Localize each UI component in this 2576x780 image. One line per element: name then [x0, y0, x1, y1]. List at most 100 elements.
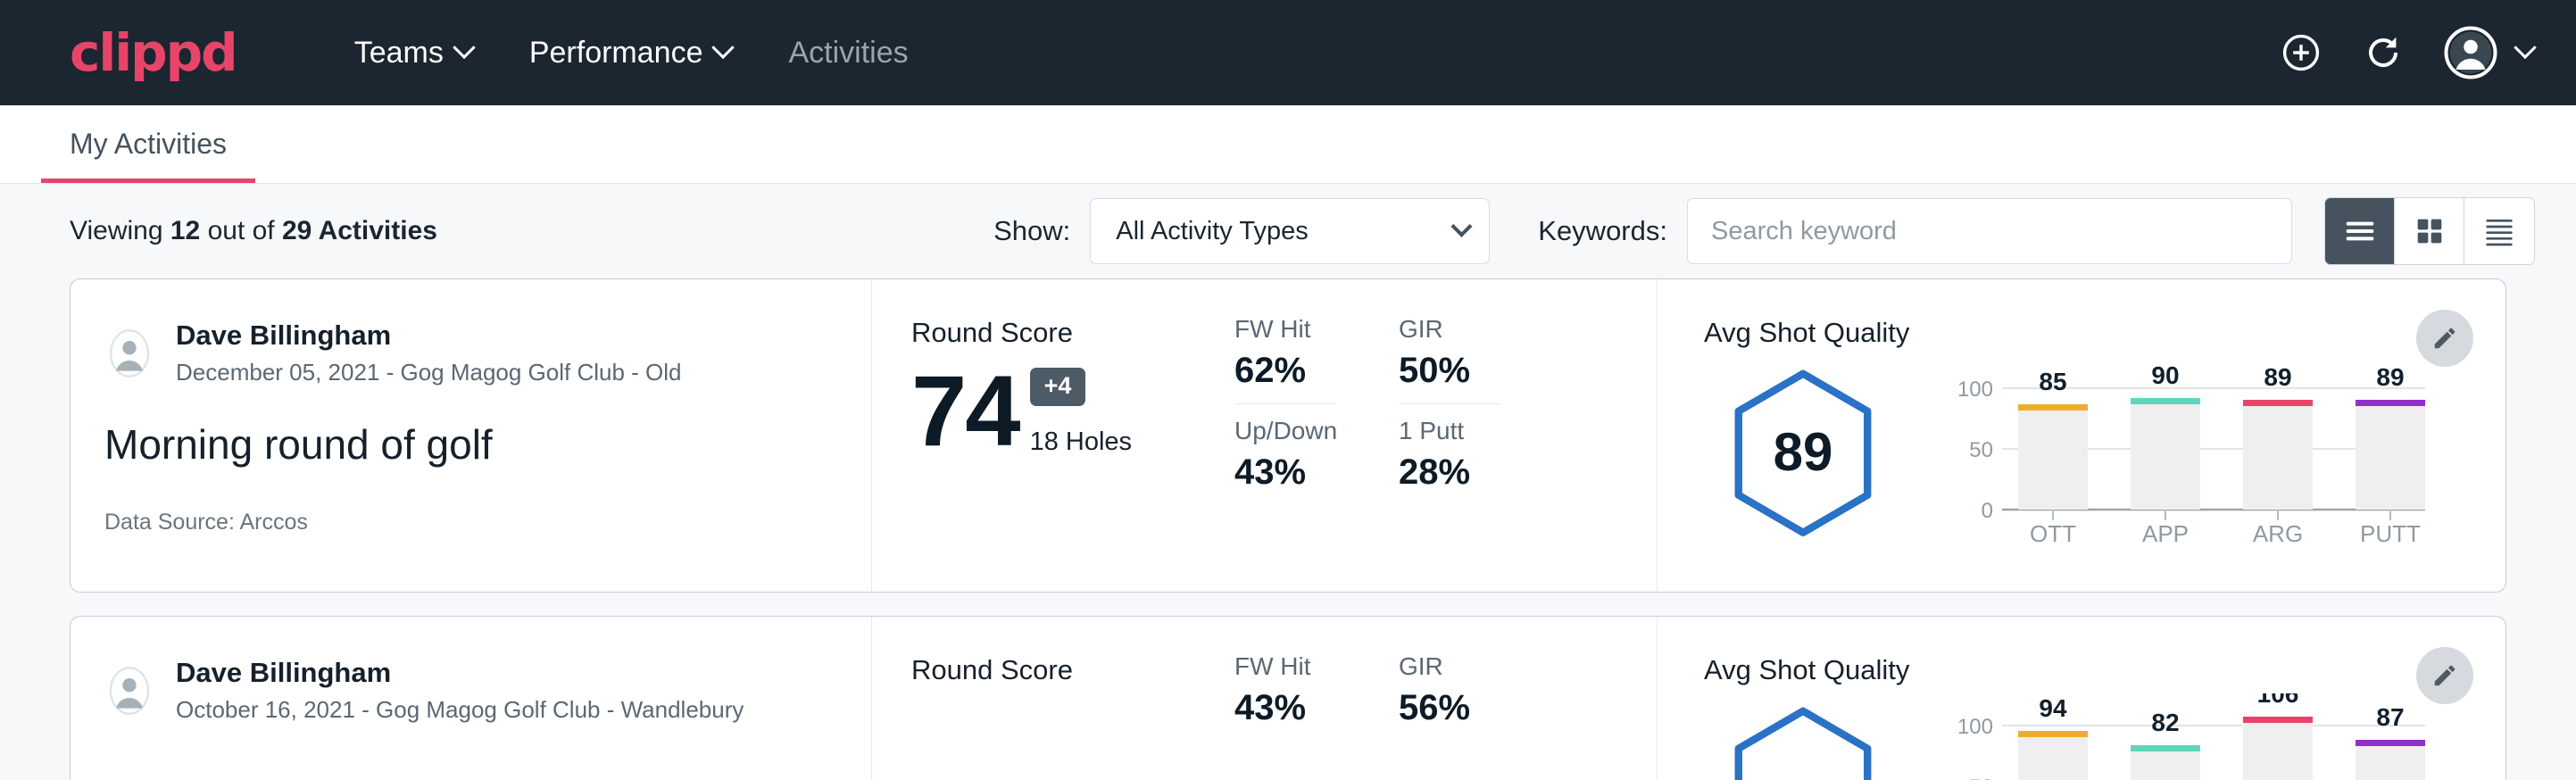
- account-menu[interactable]: [2444, 26, 2533, 79]
- round-score-label: Round Score: [911, 317, 1234, 349]
- keywords-label: Keywords:: [1538, 215, 1667, 247]
- bar-chart-svg: 100 50 0 94 OTT 82 AP: [1932, 693, 2432, 780]
- edit-activity-button[interactable]: [2416, 647, 2473, 704]
- stats-grid: FW Hit 62% GIR 50% Up/Down 43% 1 Putt 28…: [1234, 279, 1658, 592]
- view-mode-toggle: [2324, 197, 2535, 265]
- pencil-icon: [2431, 325, 2458, 352]
- stat-label: FW Hit: [1234, 652, 1336, 681]
- pencil-icon: [2431, 662, 2458, 689]
- viewing-suffix: Activities: [312, 216, 437, 245]
- bar-category-putt: PUTT: [2360, 520, 2421, 544]
- quality-hexagon: [1704, 705, 1902, 780]
- bar-putt: 89 PUTT: [2356, 363, 2425, 544]
- filter-toolbar: Viewing 12 out of 29 Activities Show: Al…: [0, 184, 2576, 278]
- bar-label-ott: 94: [2039, 694, 2067, 722]
- viewing-prefix: Viewing: [70, 216, 170, 245]
- score-differential-badge: +4: [1030, 368, 1086, 406]
- edit-activity-button[interactable]: [2416, 310, 2473, 367]
- bar-label-putt: 87: [2376, 703, 2404, 731]
- stat-label: GIR: [1399, 315, 1500, 344]
- holes-played: 18 Holes: [1030, 427, 1132, 457]
- add-icon[interactable]: [2280, 31, 2323, 74]
- tab-my-activities[interactable]: My Activities: [41, 128, 255, 183]
- activity-data-source: Data Source: Arccos: [104, 510, 871, 535]
- ytick-0: 0: [1982, 499, 1993, 523]
- hexagon-shape: [1728, 705, 1878, 780]
- bar-label-arg: 89: [2264, 363, 2291, 391]
- stat-value: 43%: [1234, 688, 1336, 728]
- account-avatar: [2444, 26, 2497, 79]
- grid-view-icon[interactable]: [2395, 198, 2464, 264]
- activity-summary: Dave Billingham December 05, 2021 - Gog …: [71, 279, 872, 592]
- stat-gir: GIR 56%: [1399, 652, 1500, 728]
- avg-shot-quality-section: Avg Shot Quality 89: [1658, 279, 2505, 592]
- clippd-logo[interactable]: clippd: [70, 27, 237, 79]
- activity-card[interactable]: Dave Billingham October 16, 2021 - Gog M…: [70, 616, 2506, 780]
- chevron-down-icon: [1451, 215, 1473, 236]
- round-score-label: Round Score: [911, 654, 1234, 686]
- bar-chart-svg: 100 50 0 85 OTT: [1932, 356, 2432, 544]
- viewing-total: 29: [282, 216, 312, 245]
- filter-controls: Show: All Activity Types Keywords:: [993, 197, 2535, 265]
- nav-item-performance[interactable]: Performance: [501, 36, 760, 71]
- nav-item-teams[interactable]: Teams: [326, 36, 501, 71]
- stat-value: 56%: [1399, 688, 1500, 728]
- bar-category-app: APP: [2142, 520, 2189, 544]
- ytick-100: 100: [1957, 715, 1993, 739]
- ytick-50: 50: [1969, 438, 1993, 462]
- main-nav: Teams Performance Activities: [326, 36, 937, 71]
- refresh-icon[interactable]: [2362, 31, 2405, 74]
- nav-item-activities-label: Activities: [788, 36, 908, 71]
- activity-meta: December 05, 2021 - Gog Magog Golf Club …: [176, 357, 682, 388]
- bar-app: 82 APP: [2131, 709, 2200, 780]
- stat-fw-hit: FW Hit 62%: [1234, 315, 1336, 404]
- bar-label-app: 90: [2151, 361, 2179, 389]
- activity-type-value: All Activity Types: [1116, 217, 1308, 246]
- list-view-icon[interactable]: [2325, 198, 2395, 264]
- round-score-section: Round Score 74 +4 18 Holes: [872, 279, 1234, 592]
- stat-label: 1 Putt: [1399, 417, 1500, 445]
- bar-putt: 87 PUTT: [2356, 703, 2425, 780]
- nav-item-activities[interactable]: Activities: [760, 36, 936, 71]
- stat-value: 43%: [1234, 452, 1336, 493]
- top-navigation-bar: clippd Teams Performance Activities: [0, 0, 2576, 105]
- tab-bar: My Activities: [0, 105, 2576, 184]
- shot-quality-chart: 100 50 0 94 OTT 82 AP: [1932, 693, 2432, 780]
- stat-value: 50%: [1399, 351, 1500, 391]
- avatar: [104, 666, 154, 716]
- avg-shot-quality-label: Avg Shot Quality: [1704, 654, 2505, 686]
- bar-label-putt: 89: [2376, 363, 2404, 391]
- bar-arg: 106 ARG: [2243, 693, 2313, 780]
- bar-ott: 85 OTT: [2018, 368, 2088, 544]
- activity-type-select[interactable]: All Activity Types: [1090, 198, 1490, 264]
- stat-label: Up/Down: [1234, 417, 1336, 445]
- activity-title: Morning round of golf: [104, 420, 871, 469]
- avg-shot-quality-section: Avg Shot Quality 100: [1658, 617, 2505, 780]
- bar-ott: 94 OTT: [2018, 694, 2088, 780]
- chevron-down-icon: [453, 37, 475, 59]
- nav-item-performance-label: Performance: [529, 36, 703, 71]
- viewing-count: 12: [170, 216, 200, 245]
- stat-gir: GIR 50%: [1399, 315, 1500, 404]
- bar-label-ott: 85: [2039, 368, 2066, 395]
- player-name: Dave Billingham: [176, 656, 744, 691]
- chevron-down-icon: [2514, 37, 2536, 59]
- nav-item-teams-label: Teams: [354, 36, 444, 71]
- shot-quality-chart: 100 50 0 85 OTT: [1932, 356, 2432, 548]
- tab-my-activities-label: My Activities: [70, 128, 227, 160]
- stats-grid: FW Hit 43% GIR 56%: [1234, 617, 1658, 780]
- activity-list: Dave Billingham December 05, 2021 - Gog …: [0, 278, 2576, 780]
- bar-label-arg: 106: [2257, 693, 2299, 708]
- compact-view-icon[interactable]: [2464, 198, 2534, 264]
- player-name: Dave Billingham: [176, 319, 682, 353]
- search-input[interactable]: [1687, 198, 2292, 264]
- stat-label: FW Hit: [1234, 315, 1336, 344]
- bar-arg: 89 ARG: [2243, 363, 2313, 544]
- quality-hexagon: 89: [1704, 368, 1902, 537]
- chevron-down-icon: [712, 37, 735, 59]
- ytick-100: 100: [1957, 378, 1993, 402]
- bar-category-arg: ARG: [2253, 520, 2303, 544]
- activity-meta: October 16, 2021 - Gog Magog Golf Club -…: [176, 694, 744, 726]
- viewing-count-text: Viewing 12 out of 29 Activities: [70, 216, 437, 246]
- activity-card[interactable]: Dave Billingham December 05, 2021 - Gog …: [70, 278, 2506, 593]
